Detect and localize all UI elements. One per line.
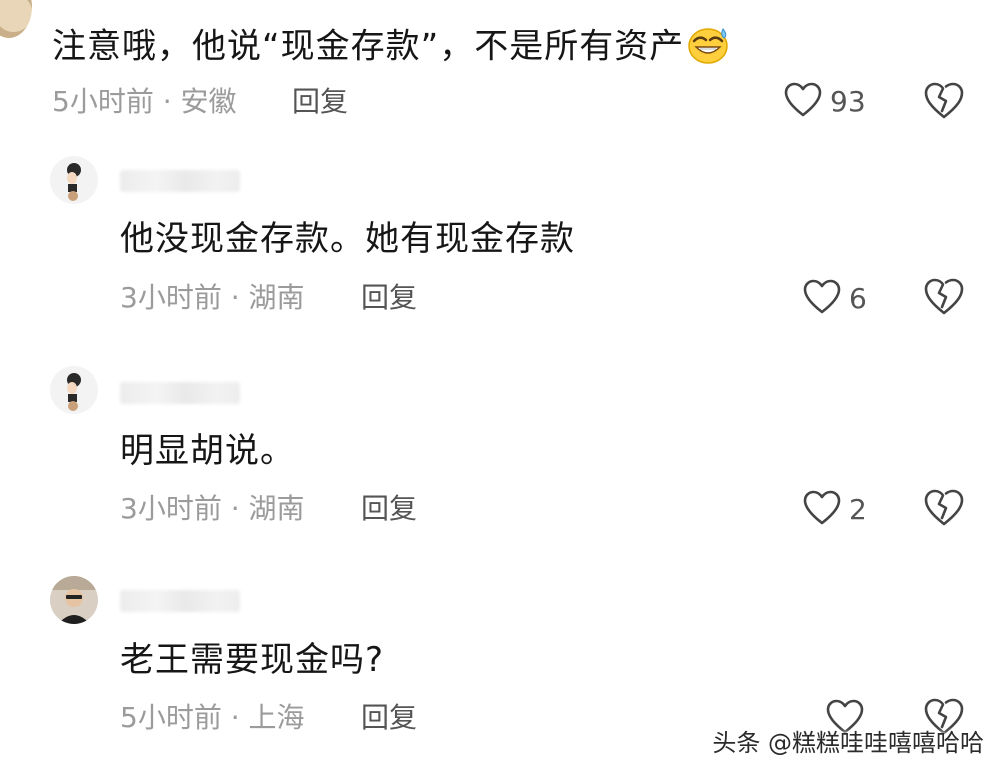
reply-button[interactable]: 回复 [361,284,417,312]
reply-button[interactable]: 回复 [361,495,417,523]
comment-meta: 3小时前 · 湖南 [120,281,305,314]
avatar[interactable] [50,156,98,204]
comment-text: 注意哦，他说“现金存款”，不是所有资产 [52,25,730,71]
avatar[interactable] [50,576,98,624]
heart-outline-icon [784,82,822,122]
reply-button[interactable]: 回复 [292,88,348,116]
heart-outline-icon [803,490,841,530]
like-count: 6 [849,282,867,315]
like-button[interactable]: 93 [784,82,866,122]
broken-heart-icon [924,489,964,531]
comment-text: 他没现金存款。她有现金存款 [120,219,575,259]
like-count: 2 [849,493,867,526]
heart-outline-icon [803,279,841,319]
comment-text: 明显胡说。 [120,431,295,471]
dislike-button[interactable] [924,278,964,320]
like-button[interactable]: 2 [803,490,867,530]
dislike-button[interactable] [924,82,964,124]
reply-button[interactable]: 回复 [361,704,417,732]
avatar[interactable] [0,0,32,38]
broken-heart-icon [924,82,964,124]
comment-meta: 5小时前 · 安徽 [52,85,237,118]
username-blurred[interactable] [120,170,240,192]
like-count: 93 [830,85,866,118]
like-button[interactable]: 6 [803,279,867,319]
username-blurred[interactable] [120,382,240,404]
comment-meta: 3小时前 · 湖南 [120,492,305,525]
dislike-button[interactable] [924,489,964,531]
comment-meta: 5小时前 · 上海 [120,701,305,734]
broken-heart-icon [924,278,964,320]
comment-text: 老王需要现金吗? [120,640,385,680]
grinning-sweat-emoji-icon [686,25,730,71]
watermark: 头条 @糕糕哇哇嘻嘻哈哈 [712,729,984,757]
username-blurred[interactable] [120,590,240,612]
avatar[interactable] [50,366,98,414]
